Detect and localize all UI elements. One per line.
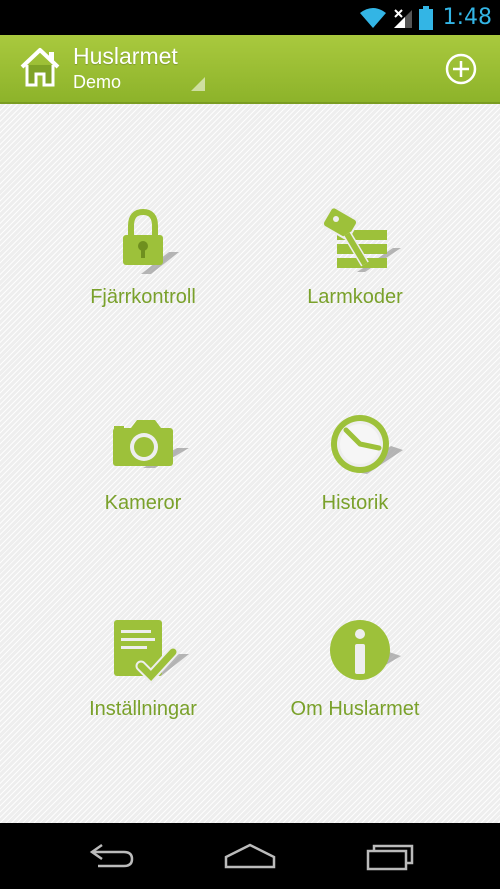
main-menu: Fjärrkontroll Larmkoder Kameror Historik… [0, 104, 500, 823]
menu-item-historik[interactable]: Historik [230, 414, 480, 564]
clock-icon [331, 415, 403, 474]
menu-item-om-huslarmet[interactable]: Om Huslarmet [230, 620, 480, 770]
menu-item-label: Larmkoder [307, 286, 403, 308]
recent-apps-icon[interactable] [360, 837, 420, 873]
status-time: 1:48 [442, 5, 492, 30]
plus-circle-icon[interactable] [444, 52, 478, 86]
back-icon[interactable] [80, 837, 140, 873]
house-icon[interactable] [18, 45, 62, 89]
info-icon [330, 620, 401, 680]
wifi-icon [359, 7, 386, 28]
menu-item-label: Historik [321, 492, 389, 514]
status-icons: 1:48 [359, 0, 492, 35]
menu-item-larmkoder[interactable]: Larmkoder [230, 208, 480, 358]
padlock-icon [123, 208, 179, 274]
key-icon [321, 208, 401, 272]
checklist-icon [114, 620, 189, 684]
location-spinner[interactable]: Demo [73, 72, 121, 93]
signal-icon [393, 8, 412, 28]
action-bar: Huslarmet Demo [0, 35, 500, 104]
camera-icon [113, 420, 189, 468]
home-icon[interactable] [220, 837, 280, 873]
navigation-bar [0, 823, 500, 889]
app-title: Huslarmet [73, 43, 178, 69]
battery-icon [418, 5, 433, 30]
status-bar: 1:48 [0, 0, 500, 35]
spinner-arrow-icon [191, 77, 205, 91]
menu-item-label: Om Huslarmet [290, 698, 420, 720]
